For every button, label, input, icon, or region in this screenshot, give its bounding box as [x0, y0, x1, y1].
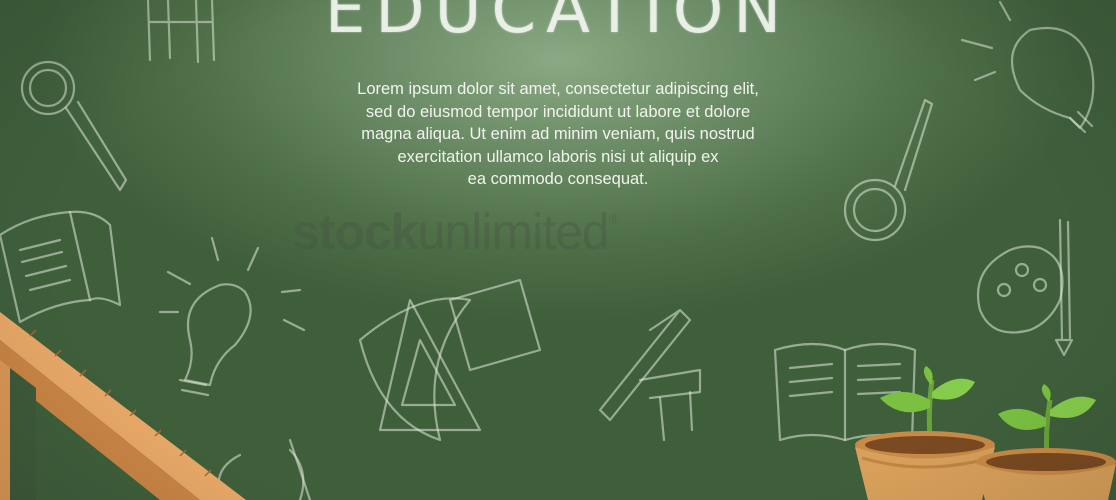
pot [976, 448, 1116, 500]
chalkboard-background: EDUCATION Lorem ipsum dolor sit amet, co… [0, 0, 1116, 500]
pot [855, 431, 995, 500]
potted-seedlings [855, 366, 1116, 500]
seedling-icon [880, 366, 975, 441]
